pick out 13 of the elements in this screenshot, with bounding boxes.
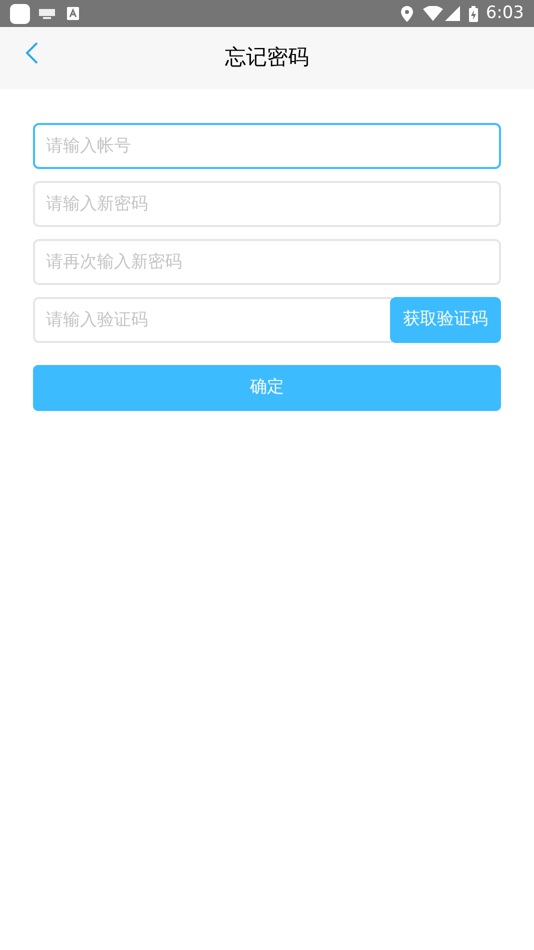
status-time: 6:03: [486, 2, 524, 25]
confirm-button[interactable]: 确定: [33, 365, 501, 411]
wifi-icon: [422, 6, 443, 21]
input-field[interactable]: 请输入帐号: [33, 123, 501, 169]
keyboard-icon: [39, 8, 55, 18]
location-icon: [400, 6, 413, 22]
text-icon: [67, 7, 79, 20]
battery-icon: [468, 6, 478, 22]
app-icon: [10, 4, 30, 24]
signal-icon: [444, 6, 460, 21]
get-code-button[interactable]: 获取验证码: [390, 297, 501, 343]
page-title: 忘记密码: [225, 44, 309, 72]
back-icon[interactable]: [25, 42, 39, 64]
